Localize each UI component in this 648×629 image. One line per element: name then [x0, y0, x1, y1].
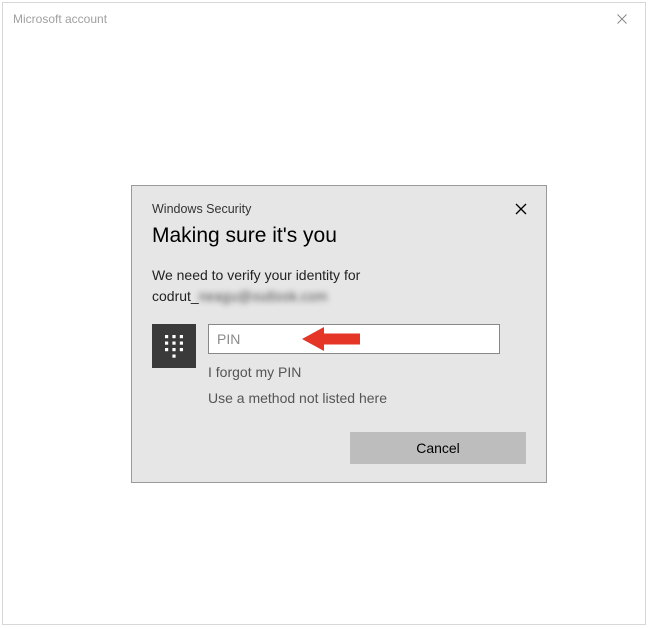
outer-titlebar: Microsoft account — [3, 3, 645, 35]
dialog-title: Windows Security — [152, 202, 251, 216]
email-visible-part: codrut_ — [152, 288, 199, 304]
dialog-header: Windows Security — [152, 202, 526, 218]
microsoft-account-window: Microsoft account Windows Security Makin… — [2, 2, 646, 625]
forgot-pin-link[interactable]: I forgot my PIN — [208, 364, 526, 380]
close-icon — [617, 14, 627, 24]
email-blurred-part: neagu@outlook.com — [199, 288, 328, 304]
other-method-link[interactable]: Use a method not listed here — [208, 390, 526, 406]
windows-security-dialog: Windows Security Making sure it's you We… — [131, 185, 547, 483]
pin-input-wrapper — [208, 324, 500, 354]
window-title: Microsoft account — [13, 12, 107, 26]
pin-input[interactable] — [208, 324, 500, 354]
keypad-icon — [152, 324, 196, 368]
close-icon — [515, 203, 527, 215]
verify-text: We need to verify your identity for — [152, 266, 526, 285]
pin-row: I forgot my PIN Use a method not listed … — [152, 324, 526, 406]
dialog-footer: Cancel — [152, 432, 526, 464]
dialog-close-button[interactable] — [512, 200, 530, 218]
pin-column: I forgot my PIN Use a method not listed … — [208, 324, 526, 406]
cancel-button[interactable]: Cancel — [350, 432, 526, 464]
dialog-heading: Making sure it's you — [152, 224, 526, 248]
window-close-button[interactable] — [599, 3, 645, 35]
account-email: codrut_neagu@outlook.com — [152, 287, 526, 306]
